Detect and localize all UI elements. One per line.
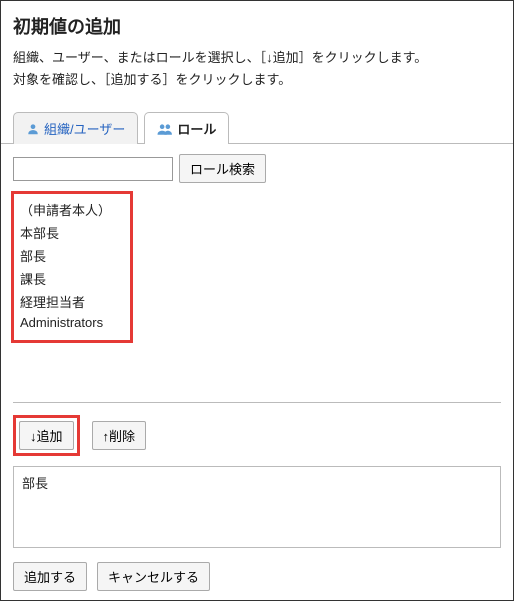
remove-button[interactable]: ↑削除 xyxy=(92,421,147,450)
cancel-button[interactable]: キャンセルする xyxy=(97,562,210,591)
role-item[interactable]: （申請者本人） xyxy=(20,198,124,221)
desc-line-2: 対象を確認し、［追加する］をクリックします。 xyxy=(13,72,291,87)
role-item[interactable]: 課長 xyxy=(20,267,124,290)
action-row: ↓追加 ↑削除 xyxy=(1,403,513,466)
person-icon xyxy=(26,122,40,136)
tab-bar: 組織/ユーザー ロール xyxy=(1,111,513,144)
page-title: 初期値の追加 xyxy=(13,13,501,39)
role-list-highlight: （申請者本人） 本部長 部長 課長 経理担当者 Administrators xyxy=(11,191,133,343)
header: 初期値の追加 組織、ユーザー、またはロールを選択し、［↓追加］をクリックします。… xyxy=(1,1,513,101)
people-icon xyxy=(157,122,173,136)
selected-list: 部長 xyxy=(13,466,501,548)
role-item[interactable]: 経理担当者 xyxy=(20,290,124,313)
add-button[interactable]: ↓追加 xyxy=(19,421,74,450)
role-list: （申請者本人） 本部長 部長 課長 経理担当者 Administrators xyxy=(14,194,130,340)
footer-row: 追加する キャンセルする xyxy=(1,548,513,601)
submit-button[interactable]: 追加する xyxy=(13,562,87,591)
description: 組織、ユーザー、またはロールを選択し、［↓追加］をクリックします。 対象を確認し… xyxy=(13,47,501,91)
role-item[interactable]: 部長 xyxy=(20,244,124,267)
dialog: 初期値の追加 組織、ユーザー、またはロールを選択し、［↓追加］をクリックします。… xyxy=(0,0,514,601)
search-input[interactable] xyxy=(13,157,173,181)
tab-role[interactable]: ロール xyxy=(144,112,229,144)
role-item[interactable]: 本部長 xyxy=(20,221,124,244)
role-list-container: （申請者本人） 本部長 部長 課長 経理担当者 Administrators xyxy=(1,191,513,343)
desc-line-1: 組織、ユーザー、またはロールを選択し、［↓追加］をクリックします。 xyxy=(13,50,427,65)
search-button[interactable]: ロール検索 xyxy=(179,154,266,183)
selected-item[interactable]: 部長 xyxy=(22,473,492,492)
tab-org-user-label: 組織/ユーザー xyxy=(44,119,125,138)
list-area-spacer xyxy=(13,343,501,403)
search-row: ロール検索 xyxy=(1,144,513,191)
add-button-highlight: ↓追加 xyxy=(13,415,80,456)
tab-role-label: ロール xyxy=(177,119,216,138)
tab-org-user[interactable]: 組織/ユーザー xyxy=(13,112,138,144)
role-item[interactable]: Administrators xyxy=(20,313,124,332)
